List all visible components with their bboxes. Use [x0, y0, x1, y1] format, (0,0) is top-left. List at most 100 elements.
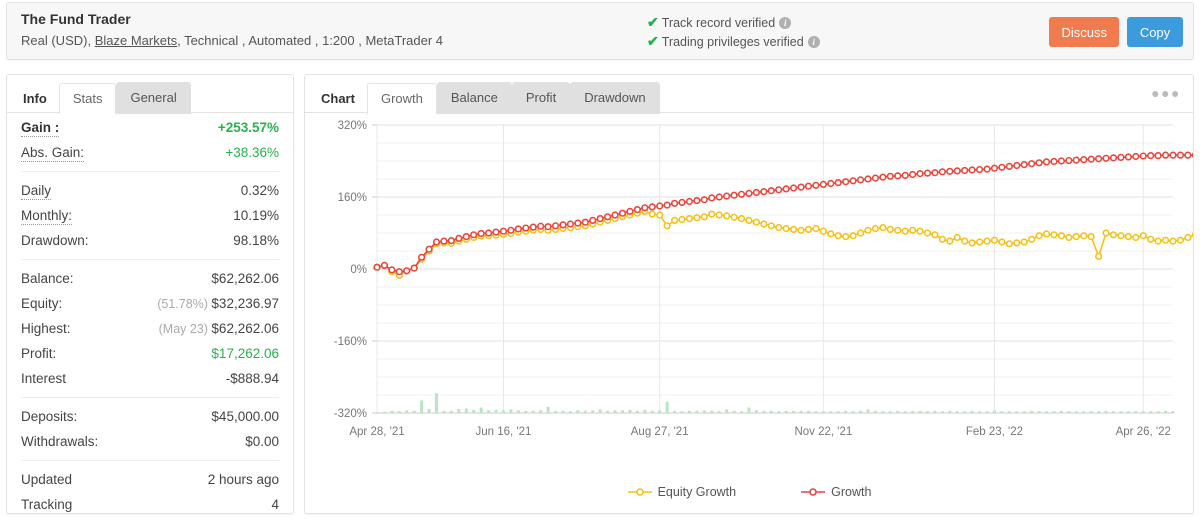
tab-general[interactable]: General [116, 82, 191, 114]
series-point [894, 226, 902, 234]
series-point [737, 214, 746, 223]
volume-bar [643, 409, 647, 413]
series-point [507, 226, 515, 234]
stat-label: Drawdown: [21, 233, 89, 248]
more-options-icon[interactable]: ●●● [1151, 86, 1181, 100]
stat-row: Withdrawals: $0.00 [21, 429, 279, 454]
series-point [1042, 158, 1051, 166]
series-point [1095, 252, 1103, 260]
volume-bar [673, 410, 677, 413]
volume-bar [978, 411, 982, 413]
series-point [388, 266, 396, 274]
series-point [849, 232, 857, 240]
volume-bar [732, 410, 736, 413]
stat-label: Profit: [21, 346, 57, 361]
stat-row: Deposits: $45,000.00 [21, 404, 279, 429]
series-point [574, 219, 582, 227]
volume-bar [427, 408, 431, 413]
broker-link[interactable]: Blaze Markets [95, 33, 177, 48]
discuss-button[interactable]: Discuss [1049, 17, 1119, 47]
legend-item-growth[interactable]: Growth [800, 485, 871, 499]
stat-value: -$888.94 [225, 371, 279, 386]
series-point [938, 235, 946, 243]
stat-row: Tracking 4 [21, 492, 279, 517]
series-point [1020, 160, 1028, 169]
series-point [589, 216, 597, 224]
series-point [1147, 235, 1155, 243]
tab-drawdown[interactable]: Drawdown [570, 82, 660, 114]
series-point [529, 223, 537, 231]
series-point [849, 177, 857, 185]
stat-label[interactable]: Abs. Gain: [21, 144, 85, 162]
chart-canvas: 320% 160% 0% -160% -320% Apr 28, '21 Jun 16, '… [334, 120, 1193, 438]
copy-button[interactable]: Copy [1127, 17, 1183, 47]
stat-value: 4 [271, 497, 279, 512]
stat-row: Highest: (May 23) $62,262.06 [21, 316, 279, 341]
series-point [990, 164, 999, 172]
stat-row: Equity: (51.78%) $32,236.97 [21, 291, 279, 316]
series-point [1005, 240, 1013, 248]
volume-bar [494, 409, 498, 413]
series-point [946, 167, 954, 175]
tab-profit[interactable]: Profit [511, 82, 571, 114]
volume-bar [1059, 410, 1063, 413]
series-point [983, 237, 991, 245]
stat-label[interactable]: Monthly: [21, 207, 73, 225]
tab-growth[interactable]: Growth [366, 83, 437, 115]
stat-row: Daily 0.32% [21, 178, 279, 203]
volume-bar [925, 411, 930, 413]
series-point [752, 218, 761, 226]
volume-bar [412, 410, 416, 413]
series-point [1117, 232, 1125, 240]
series-point [834, 232, 842, 240]
series-point [760, 187, 768, 196]
series-point [879, 223, 887, 232]
series-point [455, 234, 463, 242]
volume-bar [650, 410, 654, 413]
series-point [1132, 233, 1140, 242]
series-point [670, 199, 679, 207]
series-point [1124, 232, 1132, 241]
series-point [1169, 151, 1177, 159]
series-point [514, 225, 522, 233]
divider [21, 259, 279, 260]
series-point [678, 215, 686, 224]
series-point [842, 232, 850, 241]
tab-stats[interactable]: Stats [58, 83, 117, 115]
series-point [432, 238, 441, 246]
y-axis-tick-label: 320% [338, 120, 367, 132]
info-icon[interactable]: i [807, 36, 820, 48]
growth-chart: 320% 160% 0% -160% -320% Apr 28, '21 Jun 16, '… [305, 113, 1193, 513]
info-icon[interactable]: i [779, 17, 792, 29]
series-point [909, 226, 917, 234]
stat-label[interactable]: Gain : [21, 119, 60, 137]
tab-balance[interactable]: Balance [436, 82, 512, 114]
stat-value: $62,262.06 [211, 271, 279, 286]
series-point [1005, 162, 1013, 171]
series-point [708, 194, 716, 202]
stat-value: 10.19% [233, 208, 279, 223]
legend-item-equity-growth[interactable]: Equity Growth [627, 485, 736, 499]
series-point [894, 172, 902, 180]
volume-bar [1067, 411, 1071, 413]
series-point [767, 187, 775, 195]
series-point [395, 268, 403, 276]
series-point [477, 229, 485, 238]
series-point [1028, 160, 1036, 168]
chart-section-label: Chart [321, 91, 355, 106]
x-axis-tick-label: Apr 26, '22 [1116, 426, 1171, 438]
volume-bar [680, 411, 684, 413]
series-point [700, 196, 708, 204]
volume-bar [583, 410, 587, 413]
y-axis-tick-label: -160% [334, 336, 367, 348]
stat-label: Balance: [21, 271, 74, 286]
stat-label[interactable]: Daily [21, 182, 52, 200]
stat-row: Abs. Gain: +38.36% [21, 140, 279, 165]
volume-bar [591, 410, 595, 413]
stat-label: Withdrawals: [21, 434, 99, 449]
series-point [968, 239, 976, 247]
series-point [730, 191, 738, 199]
volume-bar [658, 410, 662, 413]
series-point [812, 181, 820, 189]
legend-marker-icon [800, 487, 826, 497]
